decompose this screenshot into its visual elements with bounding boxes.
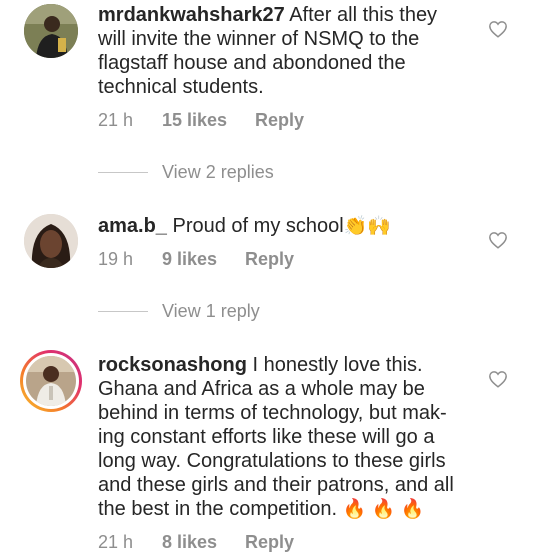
comment-time: 21 h (98, 532, 134, 552)
avatar[interactable] (24, 214, 78, 268)
comment-time: 21 h (98, 110, 134, 130)
comment-body: I honestly love this. Ghana and Africa a… (98, 354, 454, 520)
comment-text: mrdankwahshark27 After all this they wil… (98, 3, 470, 99)
comment-likes[interactable]: 8 likes (162, 531, 217, 553)
avatar[interactable] (20, 350, 82, 412)
profile-photo-icon (24, 4, 78, 58)
comment-text: ama.b_ Proud of my school👏🙌 (98, 214, 470, 238)
comment-likes[interactable]: 15 likes (162, 109, 227, 131)
avatar-photo (26, 356, 76, 406)
emoji: 🔥 🔥 🔥 (342, 499, 425, 520)
comment-text: rocksonashong I honestly love this. Ghan… (98, 353, 470, 521)
view-replies-button[interactable]: View 2 replies (98, 161, 298, 183)
heart-icon[interactable] (488, 231, 508, 249)
comment-username[interactable]: mrdankwahshark27 (98, 4, 285, 26)
avatar[interactable] (24, 4, 78, 58)
comment-meta: 21 h 8 likes Reply (98, 531, 358, 553)
reply-button[interactable]: Reply (255, 109, 304, 131)
comment-time: 19 h (98, 249, 134, 269)
view-replies-label[interactable]: View 2 replies (162, 161, 274, 183)
comment-meta: 21 h 15 likes Reply (98, 109, 358, 131)
view-replies-label[interactable]: View 1 reply (162, 300, 260, 322)
emoji: 👏🙌 (343, 216, 392, 237)
comment-username[interactable]: rocksonashong (98, 354, 247, 376)
profile-photo-icon (24, 214, 78, 268)
heart-icon[interactable] (488, 20, 508, 38)
view-replies-button[interactable]: View 1 reply (98, 300, 298, 322)
reply-button[interactable]: Reply (245, 248, 294, 270)
comment-meta: 19 h 9 likes Reply (98, 248, 358, 270)
replies-divider (98, 172, 148, 173)
profile-photo-icon (26, 356, 76, 406)
heart-icon[interactable] (488, 370, 508, 388)
comment-body: Proud of my school (172, 215, 344, 237)
comment-likes[interactable]: 9 likes (162, 248, 217, 270)
comment-username[interactable]: ama.b_ (98, 215, 167, 237)
reply-button[interactable]: Reply (245, 531, 294, 553)
replies-divider (98, 311, 148, 312)
